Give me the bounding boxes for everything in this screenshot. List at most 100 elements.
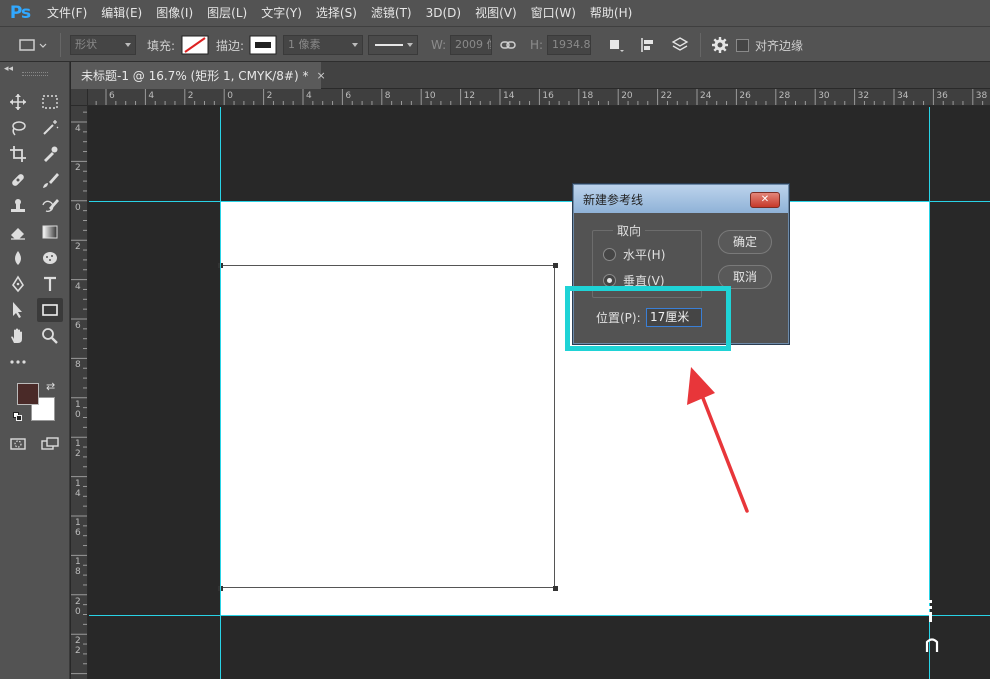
guide-vertical[interactable] — [220, 107, 221, 679]
rectangle-tool-icon[interactable] — [37, 298, 63, 322]
marquee-tool-icon[interactable] — [37, 90, 63, 114]
path-selection-tool-icon[interactable] — [5, 298, 31, 322]
horizontal-radio-option[interactable]: 水平(H) — [603, 246, 665, 263]
ruler-label: 24 — [700, 91, 712, 101]
canvas-area[interactable] — [89, 107, 990, 679]
document-tab[interactable]: 未标题-1 @ 16.7% (矩形 1, CMYK/8#) * × — [71, 62, 326, 89]
path-arrangement[interactable] — [670, 27, 690, 63]
fill-swatch[interactable] — [181, 27, 209, 63]
transform-handle[interactable] — [553, 586, 558, 591]
ruler-label: 6 — [75, 321, 81, 331]
no-fill-swatch-icon — [181, 35, 209, 55]
transform-handle[interactable] — [553, 263, 558, 268]
fill-label: 填充: — [147, 38, 176, 53]
panel-grip[interactable] — [22, 72, 48, 76]
horizontal-label: 水平(H) — [623, 248, 666, 262]
width-input[interactable]: 2009 像 — [450, 35, 492, 55]
orientation-label: 取向 — [613, 222, 646, 239]
menu-3d[interactable]: 3D(D) — [419, 0, 468, 26]
magic-wand-tool-icon[interactable] — [37, 116, 63, 140]
arrange-layers-icon — [671, 37, 689, 51]
zoom-tool-icon[interactable] — [37, 324, 63, 348]
ruler-label: 2 — [266, 91, 273, 101]
eraser-tool-icon[interactable] — [5, 220, 31, 244]
tool-preset-picker[interactable] — [18, 27, 48, 63]
clone-stamp-tool-icon[interactable] — [5, 194, 31, 218]
ruler-label: 18 — [581, 91, 594, 101]
ruler-label: 22 — [660, 91, 673, 101]
geometry-options[interactable] — [711, 27, 729, 63]
move-tool-icon[interactable] — [5, 90, 31, 114]
horizontal-radio[interactable] — [603, 248, 616, 261]
ruler-label: 18 — [75, 557, 81, 578]
ruler-origin[interactable] — [71, 89, 88, 106]
ruler-label: 30 — [818, 91, 830, 101]
menu-window[interactable]: 窗口(W) — [524, 0, 583, 26]
arrow-annotation-icon — [687, 367, 749, 513]
horizontal-ruler[interactable]: 6 4 2 0 2 4 6 8 10 12 14 16 18 20 22 24 26 28 30 32 34 36 38 — [88, 89, 990, 106]
ruler-label: 4 — [75, 124, 81, 134]
type-tool-icon[interactable] — [37, 272, 63, 296]
quick-mask-icon[interactable] — [5, 432, 31, 456]
stroke-swatch[interactable] — [249, 27, 277, 63]
more-tools-icon[interactable] — [5, 350, 31, 374]
vertical-ruler[interactable]: 4 2 0 2 4 6 8 10 12 14 16 18 20 22 — [71, 106, 88, 679]
guide-vertical[interactable] — [929, 107, 930, 679]
link-icon — [500, 41, 516, 49]
history-brush-tool-icon[interactable] — [37, 194, 63, 218]
close-icon[interactable]: × — [316, 69, 325, 82]
lasso-tool-icon[interactable] — [5, 116, 31, 140]
link-dimensions[interactable] — [500, 27, 516, 63]
ruler-label: 8 — [75, 360, 81, 371]
stroke-type-select[interactable] — [368, 35, 418, 55]
default-colors-icon[interactable] — [13, 412, 23, 422]
tools-panel: ◂◂ ⇄ — [0, 62, 70, 679]
ruler-label: 0 — [75, 202, 81, 213]
menu-help[interactable]: 帮助(H) — [583, 0, 639, 26]
pen-tool-icon[interactable] — [5, 272, 31, 296]
eyedropper-tool-icon[interactable] — [37, 142, 63, 166]
align-edges-checkbox[interactable]: 对齐边缘 — [736, 27, 803, 63]
crop-tool-icon[interactable] — [5, 142, 31, 166]
close-button[interactable]: ✕ — [750, 192, 780, 208]
gradient-tool-icon[interactable] — [37, 220, 63, 244]
ruler-label: 14 — [503, 91, 515, 101]
height-input[interactable]: 1934.88 — [547, 35, 591, 55]
screen-mode-icon[interactable] — [37, 432, 63, 456]
ruler-label: 8 — [384, 91, 391, 101]
stroke-label: 描边: — [216, 38, 245, 53]
brush-tool-icon[interactable] — [37, 168, 63, 192]
dialog-titlebar[interactable]: 新建参考线 ✕ — [574, 185, 788, 213]
guide-horizontal[interactable] — [89, 201, 990, 202]
foreground-color-swatch[interactable] — [17, 383, 39, 405]
path-alignment[interactable] — [640, 27, 658, 63]
healing-brush-tool-icon[interactable] — [5, 168, 31, 192]
collapse-panel-icon[interactable]: ◂◂ — [4, 64, 13, 74]
path-operations[interactable] — [608, 27, 624, 63]
guide-horizontal[interactable] — [89, 615, 990, 616]
menu-edit[interactable]: 编辑(E) — [94, 0, 149, 26]
shape-mode-select[interactable]: 形状 — [70, 35, 136, 55]
menu-image[interactable]: 图像(I) — [149, 0, 200, 26]
height-label: H: — [530, 38, 544, 52]
swap-colors-icon[interactable]: ⇄ — [46, 380, 55, 393]
hand-tool-icon[interactable] — [5, 324, 31, 348]
rectangle-shape[interactable] — [220, 265, 555, 588]
menu-select[interactable]: 选择(S) — [309, 0, 364, 26]
checkbox-box[interactable] — [736, 38, 749, 52]
menu-layer[interactable]: 图层(L) — [200, 0, 254, 26]
sponge-tool-icon[interactable] — [37, 246, 63, 270]
menu-file[interactable]: 文件(F) — [40, 0, 94, 26]
blur-tool-icon[interactable] — [5, 246, 31, 270]
stroke-width-input[interactable]: 1 像素 — [283, 35, 363, 55]
menu-view[interactable]: 视图(V) — [468, 0, 524, 26]
ok-button[interactable]: 确定 — [718, 230, 772, 254]
watermark-logo — [925, 600, 939, 652]
menu-type[interactable]: 文字(Y) — [254, 0, 309, 26]
menu-bar: Ps 文件(F) 编辑(E) 图像(I) 图层(L) 文字(Y) 选择(S) 滤… — [0, 0, 990, 26]
menu-filter[interactable]: 滤镜(T) — [364, 0, 419, 26]
ruler-label: 4 — [306, 91, 312, 101]
horizontal-ruler-ticks — [95, 89, 984, 105]
stroke-swatch-icon — [249, 35, 277, 55]
ruler-label: 12 — [75, 439, 81, 460]
